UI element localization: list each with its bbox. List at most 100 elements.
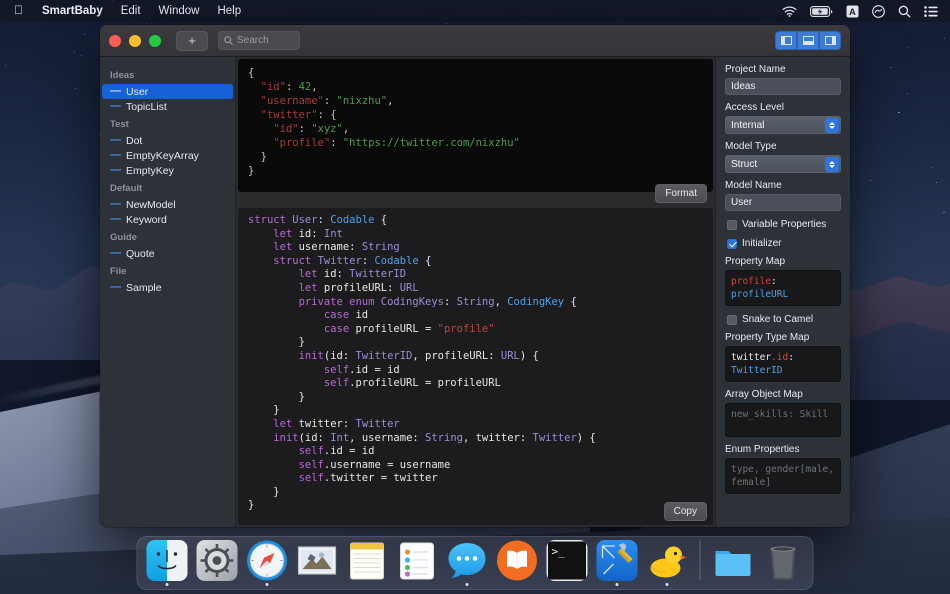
siri-icon[interactable] [872, 5, 885, 18]
code-token [248, 432, 273, 444]
wifi-icon[interactable] [782, 6, 797, 17]
dock: >_ [137, 536, 814, 590]
dock-item-notes[interactable] [347, 540, 388, 586]
copy-button[interactable]: Copy [664, 502, 707, 521]
dock-item-safari[interactable] [247, 540, 288, 586]
sidebar-item-topiclist[interactable]: —TopicList [102, 99, 233, 114]
chevron-updown-icon[interactable] [825, 118, 839, 133]
project-name-input[interactable]: Ideas [725, 78, 841, 95]
code-token: , [495, 296, 508, 308]
access-level-select[interactable]: Internal [725, 116, 841, 134]
code-token: { [248, 67, 254, 79]
map-token: twitter [731, 352, 771, 363]
code-line: self.id = id [248, 364, 703, 378]
code-token: } [248, 336, 305, 348]
dock-running-indicator [616, 583, 619, 586]
dock-running-indicator [266, 583, 269, 586]
keyboard-input-icon[interactable]: A [846, 5, 859, 18]
checkbox-box [727, 315, 737, 325]
sidebar-item-user[interactable]: —User [102, 84, 233, 99]
enum-properties-input[interactable]: type, gender[male, female] [725, 458, 841, 494]
code-token [248, 268, 299, 280]
generated-code-viewer[interactable]: struct User: Codable { let id: Int let u… [238, 208, 713, 525]
sidebar-layout-button[interactable] [775, 31, 797, 50]
maximize-window-button[interactable] [149, 35, 161, 47]
dock-item-smartbaby-duck[interactable] [647, 540, 688, 586]
minimize-window-button[interactable] [129, 35, 141, 47]
code-line: init(id: TwitterID, profileURL: URL) { [248, 350, 703, 364]
sidebar-item-dot[interactable]: —Dot [102, 133, 233, 148]
control-center-icon[interactable] [924, 6, 938, 17]
variable-properties-checkbox[interactable]: Variable Properties [727, 219, 841, 230]
map-token: TwitterID [731, 365, 782, 376]
sidebar-item-keyword[interactable]: —Keyword [102, 212, 233, 227]
dock-running-indicator [166, 583, 169, 586]
model-type-select[interactable]: Struct [725, 155, 841, 173]
json-input-editor[interactable]: { "id": 42, "username": "nixzhu", "twitt… [238, 59, 713, 192]
dock-item-finder[interactable] [147, 540, 188, 586]
code-token: .id = id [349, 364, 400, 376]
dock-item-terminal[interactable]: >_ [547, 540, 588, 586]
messages-icon [447, 540, 488, 581]
dock-item-system-preferences[interactable] [197, 540, 238, 586]
format-button[interactable]: Format [655, 184, 707, 203]
code-token: "id" [261, 81, 286, 93]
code-token [248, 459, 299, 471]
chevron-updown-icon[interactable] [825, 157, 839, 172]
svg-text:>_: >_ [552, 545, 566, 558]
sidebar-item-newmodel[interactable]: —NewModel [102, 197, 233, 212]
search-field[interactable]: Search [218, 31, 300, 50]
menu-item-window[interactable]: Window [150, 2, 209, 20]
code-token: "https://twitter.com/nixzhu" [343, 137, 520, 149]
json-line: } [248, 150, 703, 164]
star [75, 88, 76, 89]
snake-to-camel-label: Snake to Camel [742, 314, 813, 325]
dock-running-indicator [732, 583, 735, 586]
menu-item-app[interactable]: SmartBaby [33, 2, 112, 20]
menu-item-help[interactable]: Help [208, 2, 250, 20]
dock-item-trash[interactable] [763, 540, 804, 586]
dock-item-xcode[interactable] [597, 540, 638, 586]
window-traffic-lights [109, 35, 161, 47]
sidebar-item-quote[interactable]: —Quote [102, 246, 233, 261]
star [943, 212, 945, 214]
code-token: Codable [330, 214, 374, 226]
sidebar-item-sample[interactable]: —Sample [102, 280, 233, 295]
battery-charging-icon[interactable] [810, 6, 833, 17]
sidebar-item-emptykeyarray[interactable]: —EmptyKeyArray [102, 148, 233, 163]
bottom-layout-button[interactable] [797, 31, 819, 50]
window-title-bar[interactable]: + Search [100, 25, 850, 57]
spotlight-search-icon[interactable] [898, 5, 911, 18]
code-token [248, 282, 299, 294]
code-token: } [248, 486, 280, 498]
smartbaby-duck-icon [647, 540, 688, 581]
dock-item-reminders[interactable] [397, 540, 438, 586]
dock-running-indicator [316, 583, 319, 586]
search-input[interactable]: Search [237, 35, 269, 46]
snake-to-camel-checkbox[interactable]: Snake to Camel [727, 314, 841, 325]
add-model-button[interactable]: + [176, 31, 208, 51]
models-sidebar[interactable]: Ideas—User—TopicListTest—Dot—EmptyKeyArr… [100, 57, 236, 527]
close-window-button[interactable] [109, 35, 121, 47]
initializer-checkbox[interactable]: Initializer [727, 238, 841, 249]
array-object-map-input[interactable]: new_skills: Skill [725, 403, 841, 437]
apple-logo-icon[interactable]:  [8, 4, 33, 18]
array-object-map-label: Array Object Map [725, 389, 841, 400]
dock-item-mail[interactable] [297, 540, 338, 586]
model-name-input[interactable]: User [725, 194, 841, 211]
star [81, 55, 82, 56]
dock-item-messages[interactable] [447, 540, 488, 586]
sidebar-item-emptykey[interactable]: —EmptyKey [102, 163, 233, 178]
inspector-layout-button[interactable] [819, 31, 841, 50]
dock-running-indicator [366, 583, 369, 586]
dock-item-ibooks[interactable] [497, 540, 538, 586]
dock-item-downloads-folder[interactable] [713, 540, 754, 586]
code-line: let id: TwitterID [248, 268, 703, 282]
menu-item-edit[interactable]: Edit [112, 2, 150, 20]
property-type-map-input[interactable]: twitter.id: TwitterID [725, 346, 841, 382]
code-token: id: [299, 228, 324, 240]
property-map-input[interactable]: profile: profileURL [725, 270, 841, 306]
checkbox-box [727, 220, 737, 230]
xcode-icon [597, 540, 638, 581]
map-token: : [771, 276, 777, 287]
